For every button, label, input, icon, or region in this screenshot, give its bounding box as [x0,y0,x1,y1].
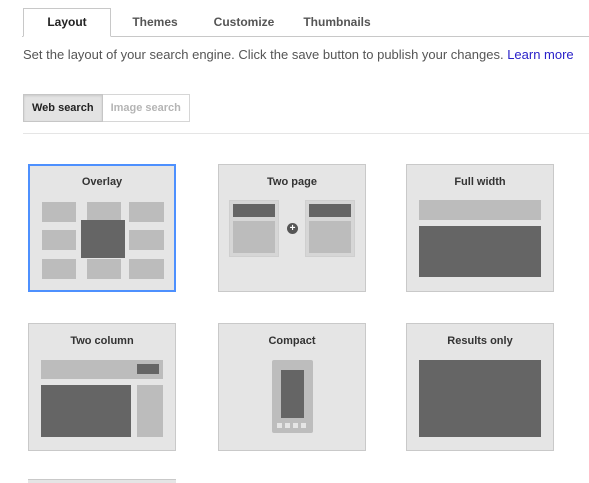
card-title-overlay: Overlay [81,176,123,188]
layout-tabs: Layout Themes Customize Thumbnails [0,0,589,37]
card-title-compact: Compact [268,335,316,347]
layout-card-results-only[interactable]: Results only [406,323,554,451]
description-text: Set the layout of your search engine. Cl… [23,47,508,62]
section-divider [23,133,589,134]
layout-card-overlay[interactable]: Overlay [28,164,176,292]
tab-thumbnails[interactable]: Thumbnails [298,9,376,36]
layout-description: Set the layout of your search engine. Cl… [23,47,574,62]
layout-card-partial [28,479,176,483]
layout-card-two-column[interactable]: Two column [28,323,176,451]
layout-card-two-page[interactable]: Two page + [218,164,366,292]
image-search-button[interactable]: Image search [102,94,190,122]
plus-icon: + [287,223,298,234]
card-title-two-page: Two page [267,176,317,188]
layout-card-full-width[interactable]: Full width [406,164,554,292]
tab-customize[interactable]: Customize [205,9,283,36]
search-type-toggle: Web search Image search [23,94,190,122]
card-title-results-only: Results only [447,335,513,347]
learn-more-link[interactable]: Learn more [507,47,573,62]
tab-layout[interactable]: Layout [23,8,111,37]
card-title-full-width: Full width [454,176,506,188]
tab-themes[interactable]: Themes [120,9,190,36]
card-title-two-column: Two column [70,335,134,347]
web-search-button[interactable]: Web search [23,94,103,122]
layout-card-compact[interactable]: Compact [218,323,366,451]
